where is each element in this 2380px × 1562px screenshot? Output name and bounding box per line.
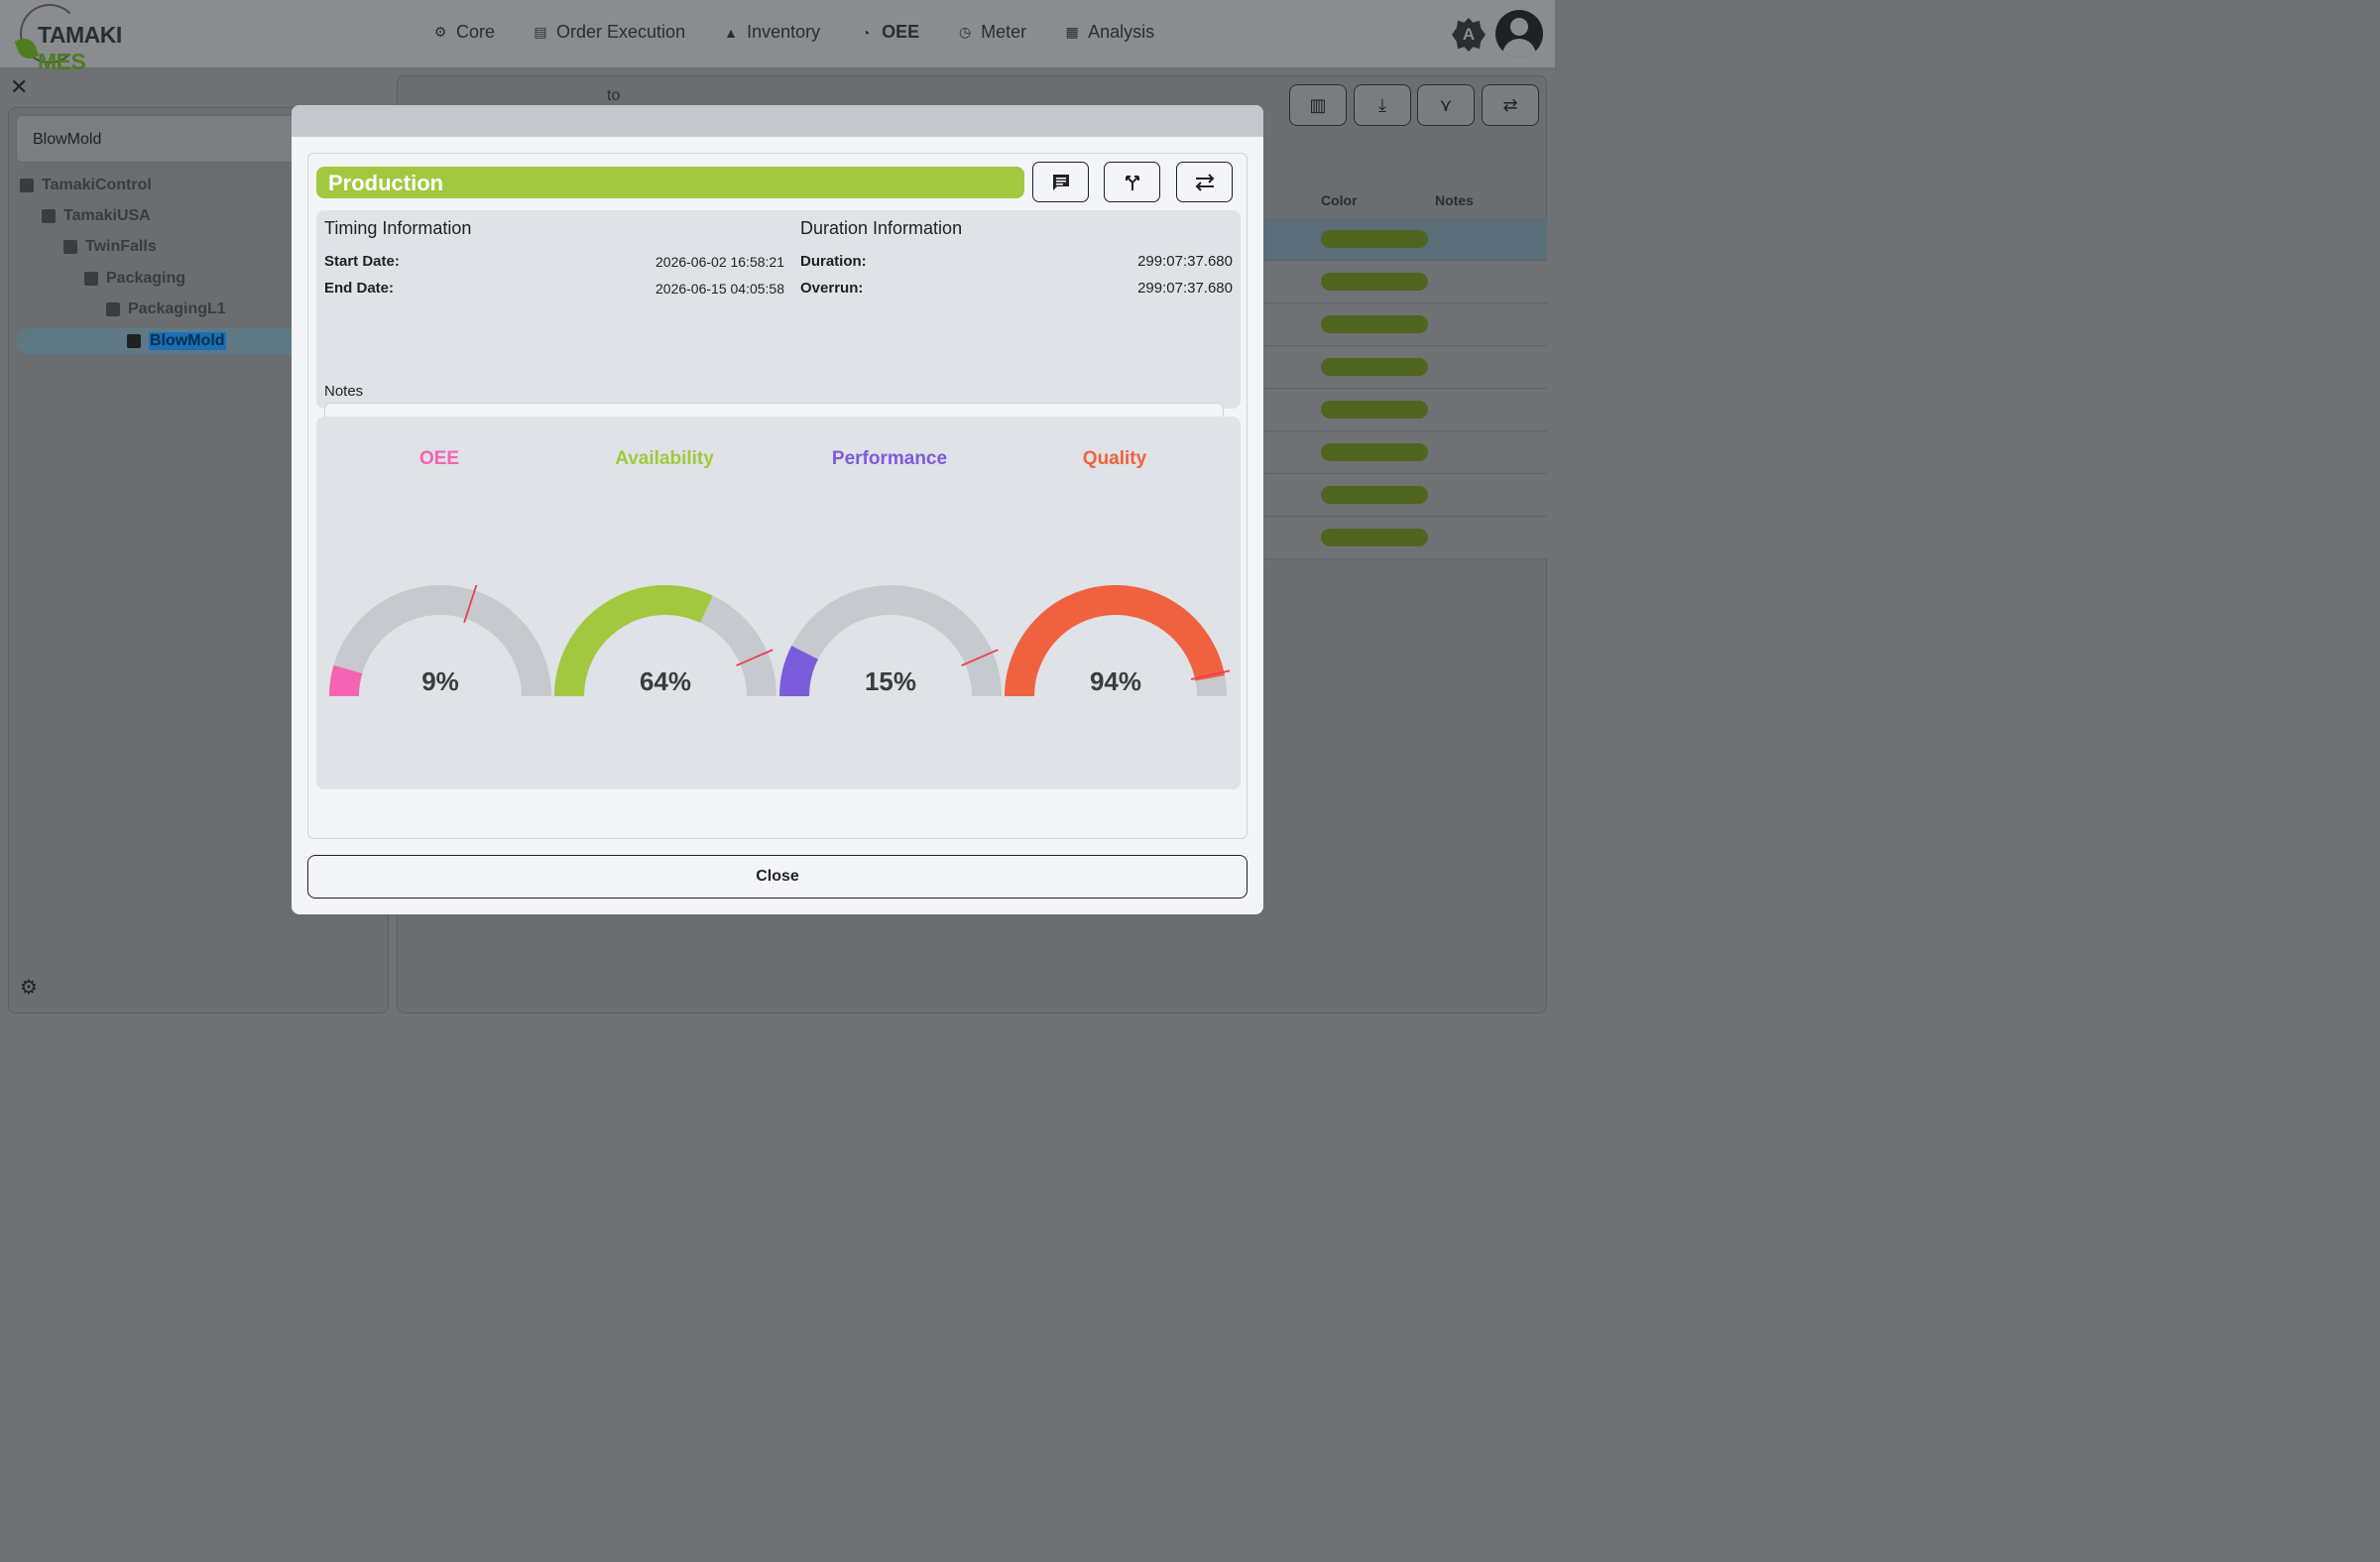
- nav-oee[interactable]: ◔ OEE: [858, 22, 919, 43]
- shapes-icon: ▲: [724, 24, 738, 41]
- tree-item-tamakicontrol[interactable]: TamakiControl: [20, 177, 152, 194]
- table-row[interactable]: [1263, 474, 1547, 517]
- performance-gauge-value-arc: [779, 646, 819, 697]
- info-card: Timing Information Start Date: 2026-06-0…: [316, 210, 1241, 449]
- duration-label: Duration:: [800, 253, 867, 270]
- line-icon: [106, 302, 120, 316]
- comment-icon: [1052, 174, 1069, 190]
- nav-core[interactable]: ⚙ Core: [432, 22, 495, 43]
- nav-meter[interactable]: ◷ Meter: [957, 22, 1026, 43]
- tree-item-twinfalls[interactable]: TwinFalls: [63, 238, 157, 256]
- close-sidebar-icon[interactable]: ✕: [10, 76, 30, 98]
- end-date-label: End Date:: [324, 280, 395, 297]
- split-button[interactable]: ⋎: [1417, 84, 1475, 126]
- table-row[interactable]: [1263, 261, 1547, 303]
- performance-gauge: 15%: [779, 585, 1002, 697]
- tree-item-packagingl1[interactable]: PackagingL1: [106, 300, 226, 318]
- state-detail-modal: Production Timing Information Start Date…: [292, 105, 1263, 914]
- notes-column-header[interactable]: Notes: [1435, 192, 1474, 208]
- top-navbar: TAMAKI MES ⚙ Core ▤ Order Execution ▲ Inven…: [0, 0, 1555, 74]
- download-button[interactable]: ⤓: [1354, 84, 1411, 126]
- oee-gauge-title: OEE: [418, 448, 460, 469]
- modal-body: Production Timing Information Start Date…: [307, 153, 1248, 839]
- quality-gauge-value-label: 94%: [1090, 666, 1141, 696]
- gear-icon: ⚙: [433, 24, 447, 40]
- tree-item-blowmold[interactable]: BlowMold: [127, 332, 226, 350]
- availability-gauge: 64%: [554, 585, 776, 697]
- split-state-button[interactable]: [1104, 162, 1160, 202]
- start-date-value: 2026-06-02 16:58:21: [655, 254, 784, 270]
- swap-arrows-icon: ⇄: [1502, 94, 1518, 115]
- table-row[interactable]: [1263, 346, 1547, 389]
- state-color-pill: [1321, 486, 1428, 504]
- state-color-pill: [1321, 401, 1428, 419]
- end-date-value: 2026-06-15 04:05:58: [655, 281, 784, 297]
- tree-search-input[interactable]: BlowMold: [16, 115, 313, 163]
- main-nav: ⚙ Core ▤ Order Execution ▲ Inventory ◔ OEE ◷…: [432, 22, 1192, 43]
- modal-header: [292, 105, 1263, 137]
- swap-button[interactable]: ⇄: [1482, 84, 1539, 126]
- swap-state-button[interactable]: [1176, 162, 1233, 202]
- performance-gauge-value-label: 15%: [865, 666, 916, 696]
- factory-icon: [63, 240, 77, 254]
- logo-text: TAMAKI MES: [38, 22, 122, 74]
- quality-gauge: 94%: [1005, 585, 1230, 697]
- duration-info-title: Duration Information: [800, 218, 963, 238]
- building-icon: [42, 209, 56, 223]
- state-color-pill: [1321, 230, 1428, 248]
- speedometer-icon: ◔: [861, 24, 871, 41]
- duration-value: 299:07:37.680: [1137, 253, 1233, 270]
- overrun-value: 299:07:37.680: [1137, 280, 1233, 297]
- columns-icon: ▥: [1309, 94, 1327, 115]
- columns-button[interactable]: ▥: [1289, 84, 1347, 126]
- split-icon: ⋎: [1439, 94, 1453, 115]
- close-button[interactable]: Close: [307, 855, 1248, 899]
- tree-item-packaging[interactable]: Packaging: [84, 270, 185, 288]
- swap-arrows-icon: [1195, 173, 1214, 191]
- chart-icon: ▦: [1065, 24, 1079, 40]
- availability-gauge-title: Availability: [615, 448, 714, 469]
- state-color-pill: [1321, 358, 1428, 376]
- user-avatar[interactable]: [1495, 10, 1543, 58]
- table-row[interactable]: [1263, 303, 1547, 346]
- tree-item-tamakiusa[interactable]: TamakiUSA: [42, 207, 151, 225]
- overrun-label: Overrun:: [800, 280, 864, 297]
- tamaki-mes-logo[interactable]: TAMAKI MES: [14, 4, 155, 74]
- grid-icon: [84, 272, 98, 286]
- table-row[interactable]: [1263, 517, 1547, 559]
- timing-info-title: Timing Information: [324, 218, 472, 238]
- date-range-to-label: to: [607, 87, 621, 104]
- state-color-pill: [1321, 443, 1428, 461]
- machine-icon: [127, 334, 141, 348]
- state-color-pill: [1321, 315, 1428, 333]
- table-header: Color Notes: [1263, 186, 1547, 216]
- nav-analysis[interactable]: ▦ Analysis: [1064, 22, 1155, 43]
- table-row[interactable]: [1263, 431, 1547, 474]
- nav-order-execution[interactable]: ▤ Order Execution: [533, 22, 685, 43]
- state-label-bar: Production: [316, 167, 1024, 198]
- notes-label: Notes: [324, 383, 364, 400]
- performance-gauge-title: Performance: [831, 448, 948, 469]
- oee-gauge: 9%: [329, 585, 551, 697]
- availability-gauge-value-label: 64%: [640, 666, 691, 696]
- oee-gauge-value-arc: [329, 664, 363, 697]
- color-column-header[interactable]: Color: [1321, 192, 1358, 208]
- download-icon: ⤓: [1378, 94, 1386, 115]
- hierarchy-icon: [20, 179, 34, 192]
- table-row[interactable]: [1263, 218, 1547, 261]
- comment-button[interactable]: [1032, 162, 1089, 202]
- state-color-pill: [1321, 273, 1428, 291]
- theme-toggle-button[interactable]: A: [1452, 18, 1486, 52]
- split-icon: [1125, 175, 1139, 190]
- state-color-pill: [1321, 529, 1428, 546]
- quality-gauge-title: Quality: [1082, 448, 1147, 469]
- meter-icon: ◷: [959, 24, 972, 40]
- oee-gauges-card: OEE Availability Performance Quality 9% …: [316, 417, 1241, 789]
- nav-inventory[interactable]: ▲ Inventory: [723, 22, 820, 43]
- start-date-label: Start Date:: [324, 253, 400, 270]
- store-icon: ▤: [534, 24, 547, 40]
- oee-gauge-value-label: 9%: [421, 666, 459, 696]
- table-row[interactable]: [1263, 389, 1547, 431]
- settings-gear-icon[interactable]: ⚙: [20, 978, 40, 998]
